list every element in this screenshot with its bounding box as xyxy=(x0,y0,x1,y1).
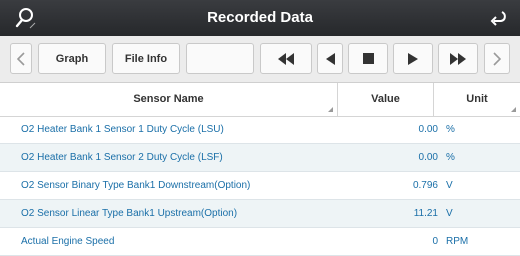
sensor-unit: RPM xyxy=(446,236,469,247)
step-back-icon xyxy=(325,52,335,65)
play-button[interactable] xyxy=(393,43,433,74)
next-arrow-icon xyxy=(493,51,501,66)
next-page-button[interactable] xyxy=(484,43,510,74)
header-sensor-name[interactable]: Sensor Name xyxy=(0,83,337,116)
sensor-unit: V xyxy=(446,180,453,191)
graph-button[interactable]: Graph xyxy=(38,43,106,74)
rewind-button[interactable] xyxy=(260,43,312,74)
sensor-name: O2 Sensor Binary Type Bank1 Downstream(O… xyxy=(21,180,251,191)
table-row[interactable]: O2 Heater Bank 1 Sensor 1 Duty Cycle (LS… xyxy=(0,116,520,144)
play-icon xyxy=(408,52,418,65)
header-value[interactable]: Value xyxy=(338,83,433,116)
table-row[interactable]: O2 Sensor Linear Type Bank1 Upstream(Opt… xyxy=(0,200,520,228)
title-bar: Recorded Data xyxy=(0,0,520,36)
step-back-button[interactable] xyxy=(317,43,343,74)
sensor-name: O2 Heater Bank 1 Sensor 1 Duty Cycle (LS… xyxy=(21,124,224,135)
sensor-name: O2 Sensor Linear Type Bank1 Upstream(Opt… xyxy=(21,208,238,219)
prev-arrow-icon xyxy=(17,51,25,66)
fast-forward-button[interactable] xyxy=(438,43,478,74)
sensor-unit: % xyxy=(446,152,455,163)
stop-button[interactable] xyxy=(348,43,388,74)
sensor-unit: % xyxy=(446,124,455,135)
rewind-icon xyxy=(278,52,294,65)
sensor-value: 11.21 xyxy=(413,208,438,219)
table-row[interactable]: Actual Engine Speed 0 RPM xyxy=(0,228,520,256)
table-row[interactable]: O2 Heater Bank 1 Sensor 2 Duty Cycle (LS… xyxy=(0,144,520,172)
window-title: Recorded Data xyxy=(207,9,313,26)
sensor-value: 0.00 xyxy=(418,152,438,163)
sensor-value: 0.00 xyxy=(418,124,438,135)
fast-forward-icon xyxy=(450,52,466,65)
sensor-value: 0 xyxy=(432,236,438,247)
resize-grip-icon[interactable] xyxy=(511,107,516,112)
playback-toolbar: Graph File Info xyxy=(0,36,520,83)
prev-page-button[interactable] xyxy=(10,43,32,74)
search-icon[interactable] xyxy=(14,6,38,30)
sensor-value: 0.796 xyxy=(412,180,438,191)
stop-icon xyxy=(362,53,374,64)
empty-toolbar-button[interactable] xyxy=(186,43,254,74)
sensor-name: Actual Engine Speed xyxy=(21,236,115,247)
back-icon[interactable] xyxy=(488,8,508,28)
file-info-button[interactable]: File Info xyxy=(112,43,180,74)
header-unit[interactable]: Unit xyxy=(434,83,520,116)
table-header: Sensor Name Value Unit xyxy=(0,83,520,117)
resize-grip-icon[interactable] xyxy=(328,107,333,112)
sensor-unit: V xyxy=(446,208,453,219)
sensor-name: O2 Heater Bank 1 Sensor 2 Duty Cycle (LS… xyxy=(21,152,223,163)
table-row[interactable]: O2 Sensor Binary Type Bank1 Downstream(O… xyxy=(0,172,520,200)
